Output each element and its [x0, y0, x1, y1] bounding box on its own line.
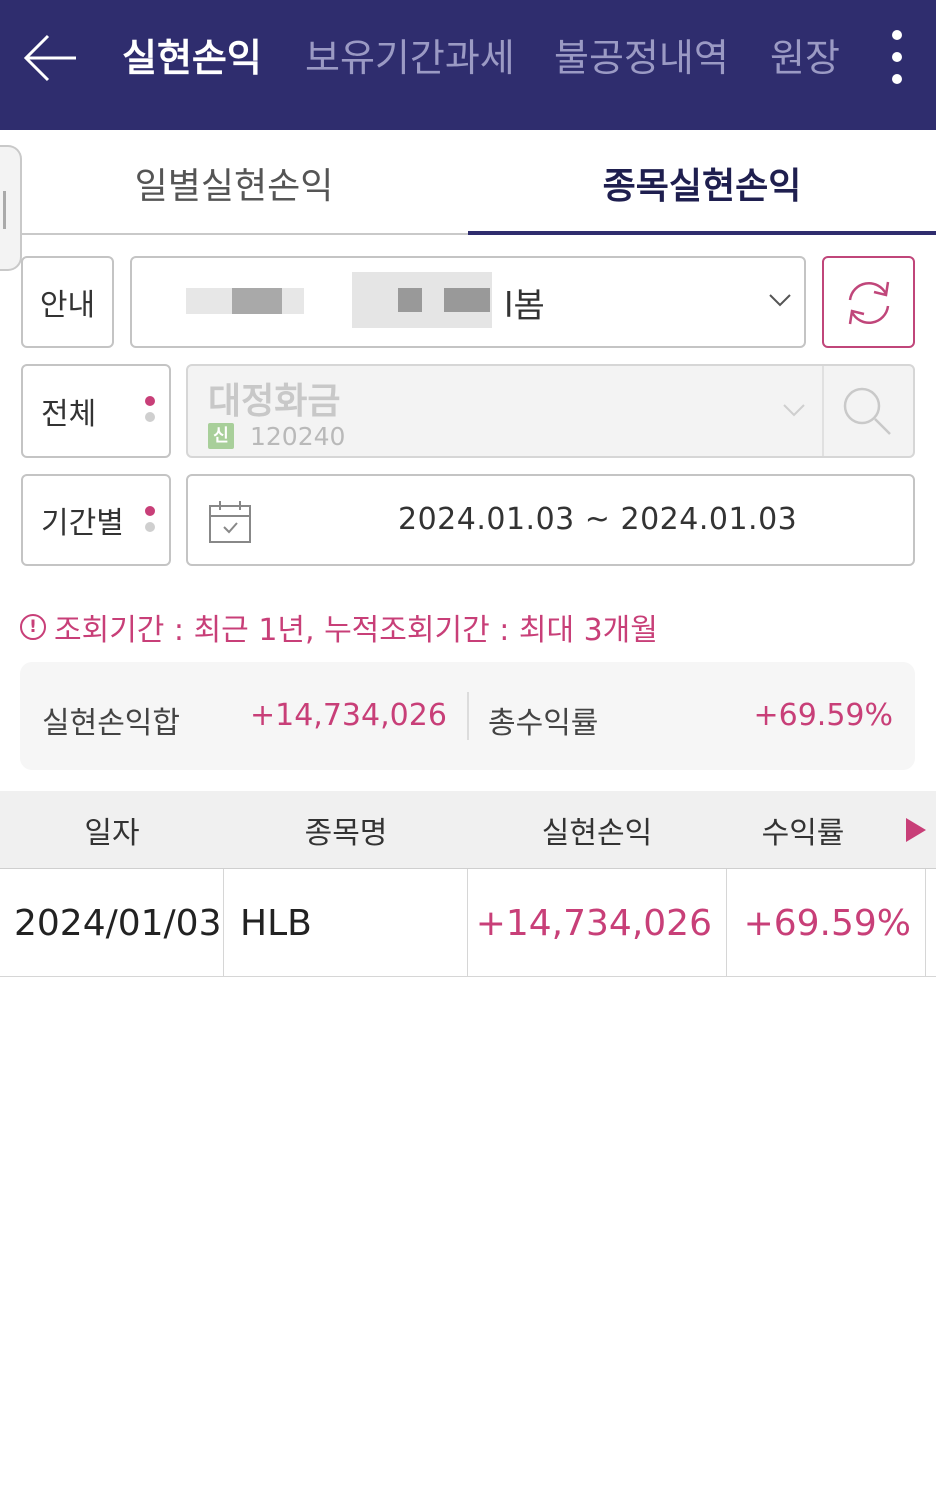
subtab-active-indicator: [468, 231, 936, 235]
calendar-icon[interactable]: [208, 500, 252, 548]
stock-select: 대정화금 신 120240: [186, 364, 915, 458]
realized-pnl-total-label: 실현손익합: [42, 706, 180, 741]
subtab-daily-realized-pnl[interactable]: 일별실현손익: [0, 130, 468, 235]
column-header-return-rate[interactable]: 수익률: [726, 791, 880, 869]
period-select-button[interactable]: 기간별: [21, 474, 171, 566]
table-header: 일자 종목명 실현손익 수익률: [0, 791, 936, 869]
scope-select-button[interactable]: 전체: [21, 364, 171, 458]
period-label: 기간별: [41, 506, 124, 541]
new-listing-badge: 신: [208, 423, 234, 449]
masked-account-name: [444, 288, 490, 312]
cell-date: 2024/01/03: [14, 902, 222, 944]
top-app-bar: 실현손익 보유기간과세 불공정내역 원장: [0, 0, 936, 130]
column-divider: [925, 869, 926, 977]
cell-stock-name: HLB: [240, 902, 312, 944]
toggle-dots-icon: [145, 396, 155, 428]
account-name-text: l봄: [504, 286, 545, 326]
account-select[interactable]: l봄: [130, 256, 806, 348]
guide-button-label: 안내: [39, 288, 96, 323]
chevron-down-icon: [768, 292, 792, 312]
stock-code: 120240: [250, 422, 346, 451]
notice-text: 조회기간 : 최근 1년, 누적조회기간 : 최대 3개월: [54, 613, 658, 648]
summary-divider: [467, 692, 469, 740]
query-period-notice: ! 조회기간 : 최근 1년, 누적조회기간 : 최대 3개월: [20, 605, 658, 649]
column-header-stock-name[interactable]: 종목명: [224, 791, 468, 869]
sub-tab-bar: 일별실현손익 종목실현손익: [0, 130, 936, 235]
guide-button[interactable]: 안내: [21, 256, 114, 348]
tab-ledger-clip: 원장: [770, 34, 848, 82]
summary-card: 실현손익합 +14,734,026 총수익률 +69.59%: [20, 662, 915, 770]
cell-realized-pnl: +14,734,026: [475, 902, 712, 944]
refresh-button[interactable]: [822, 256, 915, 348]
subtab-stock-realized-pnl[interactable]: 종목실현손익: [468, 130, 936, 235]
masked-account-number: [232, 288, 282, 314]
stock-name: 대정화금: [208, 381, 341, 422]
date-range-field[interactable]: 2024.01.03 ~ 2024.01.03: [186, 474, 915, 566]
tab-holding-period-tax[interactable]: 보유기간과세: [305, 34, 515, 82]
tab-unfair-trade-history[interactable]: 불공정내역: [554, 34, 729, 82]
cell-return-rate: +69.59%: [743, 902, 911, 944]
refresh-icon: [842, 276, 896, 334]
total-return-label: 총수익률: [488, 706, 599, 741]
table-row[interactable]: 2024/01/03 HLB +14,734,026 +69.59%: [0, 869, 936, 977]
stock-divider: [822, 366, 824, 456]
toggle-dots-icon: [145, 506, 155, 538]
realized-pnl-total-value: +14,734,026: [250, 698, 447, 733]
column-header-date[interactable]: 일자: [0, 791, 224, 869]
tab-realized-pnl[interactable]: 실현손익: [122, 34, 262, 82]
back-arrow-icon[interactable]: [22, 30, 82, 86]
column-header-realized-pnl[interactable]: 실현손익: [468, 791, 726, 869]
tab-ledger[interactable]: 원장: [770, 34, 840, 82]
scope-label: 전체: [41, 397, 97, 432]
alert-circle-icon: !: [20, 614, 46, 640]
column-divider: [223, 869, 224, 977]
search-icon[interactable]: [840, 384, 896, 444]
subtab-divider: [22, 233, 468, 235]
chevron-down-icon: [782, 402, 806, 422]
total-return-value: +69.59%: [753, 698, 893, 733]
masked-account-name: [398, 288, 422, 312]
date-range-text: 2024.01.03 ~ 2024.01.03: [398, 502, 798, 537]
more-vert-icon[interactable]: [878, 26, 918, 90]
scroll-right-arrow-icon[interactable]: [906, 818, 926, 842]
